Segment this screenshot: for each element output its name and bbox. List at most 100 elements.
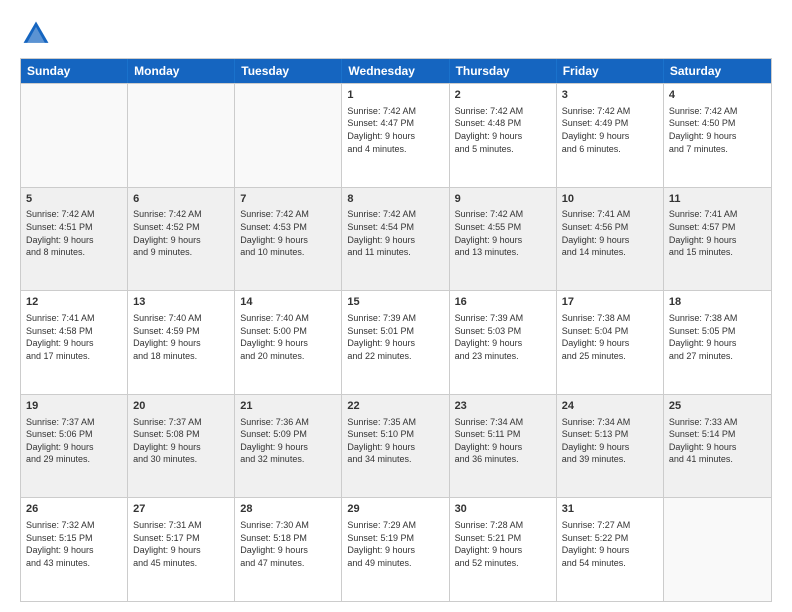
day-info: Sunrise: 7:39 AM Sunset: 5:01 PM Dayligh… <box>347 312 443 362</box>
calendar-cell: 7Sunrise: 7:42 AM Sunset: 4:53 PM Daylig… <box>235 188 342 291</box>
calendar-cell: 25 Sunrise: 7:33 AM Sunset: 5:14 PM Dayli… <box>664 395 771 498</box>
calendar-header-cell: Tuesday <box>235 59 342 83</box>
day-number: 30 <box>455 502 551 517</box>
day-number: 29 <box>347 502 443 517</box>
day-number: 26 <box>26 502 122 517</box>
calendar-cell <box>21 84 128 187</box>
calendar-cell: 1Sunrise: 7:42 AM Sunset: 4:47 PM Daylig… <box>342 84 449 187</box>
day-info: Sunrise: 7:27 AM Sunset: 5:22 PM Dayligh… <box>562 519 658 569</box>
calendar-header-row: SundayMondayTuesdayWednesdayThursdayFrid… <box>21 59 771 83</box>
day-number: 2 <box>455 88 551 103</box>
calendar-header-cell: Sunday <box>21 59 128 83</box>
day-info: Sunrise: 7:41 AM Sunset: 4:56 PM Dayligh… <box>562 208 658 258</box>
day-info: Sunrise: 7:38 AM Sunset: 5:05 PM Dayligh… <box>669 312 766 362</box>
calendar-cell: 17Sunrise: 7:38 AM Sunset: 5:04 PM Dayli… <box>557 291 664 394</box>
calendar-week: 12 Sunrise: 7:41 AM Sunset: 4:58 PM Dayli… <box>21 290 771 394</box>
calendar: SundayMondayTuesdayWednesdayThursdayFrid… <box>20 58 772 602</box>
day-number: 15 <box>347 295 443 310</box>
day-info: Sunrise: 7:31 AM Sunset: 5:17 PM Dayligh… <box>133 519 229 569</box>
day-number: 7 <box>240 192 336 207</box>
day-number: 16 <box>455 295 551 310</box>
day-number: 5 <box>26 192 122 207</box>
day-number: 19 <box>26 399 122 414</box>
day-number: 10 <box>562 192 658 207</box>
day-info: Sunrise: 7:37 AM Sunset: 5:06 PM Dayligh… <box>26 416 122 466</box>
calendar-header-cell: Saturday <box>664 59 771 83</box>
day-number: 3 <box>562 88 658 103</box>
day-info: Sunrise: 7:34 AM Sunset: 5:11 PM Dayligh… <box>455 416 551 466</box>
calendar-cell: 22 Sunrise: 7:35 AM Sunset: 5:10 PM Dayli… <box>342 395 449 498</box>
calendar-cell: 30 Sunrise: 7:28 AM Sunset: 5:21 PM Dayli… <box>450 498 557 601</box>
calendar-cell: 16 Sunrise: 7:39 AM Sunset: 5:03 PM Dayli… <box>450 291 557 394</box>
calendar-week: 1Sunrise: 7:42 AM Sunset: 4:47 PM Daylig… <box>21 83 771 187</box>
day-info: Sunrise: 7:35 AM Sunset: 5:10 PM Dayligh… <box>347 416 443 466</box>
calendar-body: 1Sunrise: 7:42 AM Sunset: 4:47 PM Daylig… <box>21 83 771 601</box>
day-info: Sunrise: 7:42 AM Sunset: 4:49 PM Dayligh… <box>562 105 658 155</box>
day-number: 25 <box>669 399 766 414</box>
day-info: Sunrise: 7:33 AM Sunset: 5:14 PM Dayligh… <box>669 416 766 466</box>
day-info: Sunrise: 7:42 AM Sunset: 4:50 PM Dayligh… <box>669 105 766 155</box>
day-info: Sunrise: 7:28 AM Sunset: 5:21 PM Dayligh… <box>455 519 551 569</box>
header <box>20 18 772 50</box>
day-number: 28 <box>240 502 336 517</box>
day-info: Sunrise: 7:32 AM Sunset: 5:15 PM Dayligh… <box>26 519 122 569</box>
logo-icon <box>20 18 52 50</box>
day-number: 27 <box>133 502 229 517</box>
day-info: Sunrise: 7:40 AM Sunset: 4:59 PM Dayligh… <box>133 312 229 362</box>
calendar-cell: 23 Sunrise: 7:34 AM Sunset: 5:11 PM Dayli… <box>450 395 557 498</box>
day-number: 11 <box>669 192 766 207</box>
calendar-cell: 9Sunrise: 7:42 AM Sunset: 4:55 PM Daylig… <box>450 188 557 291</box>
day-info: Sunrise: 7:42 AM Sunset: 4:51 PM Dayligh… <box>26 208 122 258</box>
calendar-cell: 31 Sunrise: 7:27 AM Sunset: 5:22 PM Dayli… <box>557 498 664 601</box>
calendar-cell <box>235 84 342 187</box>
day-number: 18 <box>669 295 766 310</box>
day-info: Sunrise: 7:40 AM Sunset: 5:00 PM Dayligh… <box>240 312 336 362</box>
page: SundayMondayTuesdayWednesdayThursdayFrid… <box>0 0 792 612</box>
day-number: 20 <box>133 399 229 414</box>
day-info: Sunrise: 7:41 AM Sunset: 4:57 PM Dayligh… <box>669 208 766 258</box>
day-info: Sunrise: 7:41 AM Sunset: 4:58 PM Dayligh… <box>26 312 122 362</box>
day-number: 24 <box>562 399 658 414</box>
calendar-cell: 27 Sunrise: 7:31 AM Sunset: 5:17 PM Dayli… <box>128 498 235 601</box>
day-number: 4 <box>669 88 766 103</box>
calendar-cell: 3 Sunrise: 7:42 AM Sunset: 4:49 PM Daylig… <box>557 84 664 187</box>
calendar-cell: 24 Sunrise: 7:34 AM Sunset: 5:13 PM Dayli… <box>557 395 664 498</box>
day-number: 12 <box>26 295 122 310</box>
calendar-cell: 4 Sunrise: 7:42 AM Sunset: 4:50 PM Daylig… <box>664 84 771 187</box>
day-info: Sunrise: 7:36 AM Sunset: 5:09 PM Dayligh… <box>240 416 336 466</box>
day-number: 31 <box>562 502 658 517</box>
day-number: 13 <box>133 295 229 310</box>
day-info: Sunrise: 7:42 AM Sunset: 4:52 PM Dayligh… <box>133 208 229 258</box>
calendar-header-cell: Thursday <box>450 59 557 83</box>
calendar-cell <box>664 498 771 601</box>
calendar-cell: 29Sunrise: 7:29 AM Sunset: 5:19 PM Dayli… <box>342 498 449 601</box>
calendar-cell: 26 Sunrise: 7:32 AM Sunset: 5:15 PM Dayli… <box>21 498 128 601</box>
day-number: 22 <box>347 399 443 414</box>
calendar-cell: 12 Sunrise: 7:41 AM Sunset: 4:58 PM Dayli… <box>21 291 128 394</box>
day-number: 6 <box>133 192 229 207</box>
calendar-cell: 10Sunrise: 7:41 AM Sunset: 4:56 PM Dayli… <box>557 188 664 291</box>
calendar-week: 26 Sunrise: 7:32 AM Sunset: 5:15 PM Dayli… <box>21 497 771 601</box>
day-info: Sunrise: 7:30 AM Sunset: 5:18 PM Dayligh… <box>240 519 336 569</box>
calendar-cell: 28 Sunrise: 7:30 AM Sunset: 5:18 PM Dayli… <box>235 498 342 601</box>
calendar-week: 19 Sunrise: 7:37 AM Sunset: 5:06 PM Dayli… <box>21 394 771 498</box>
calendar-cell: 2Sunrise: 7:42 AM Sunset: 4:48 PM Daylig… <box>450 84 557 187</box>
day-info: Sunrise: 7:38 AM Sunset: 5:04 PM Dayligh… <box>562 312 658 362</box>
day-info: Sunrise: 7:34 AM Sunset: 5:13 PM Dayligh… <box>562 416 658 466</box>
day-info: Sunrise: 7:42 AM Sunset: 4:54 PM Dayligh… <box>347 208 443 258</box>
calendar-cell: 15 Sunrise: 7:39 AM Sunset: 5:01 PM Dayli… <box>342 291 449 394</box>
logo <box>20 18 58 50</box>
day-number: 21 <box>240 399 336 414</box>
day-info: Sunrise: 7:37 AM Sunset: 5:08 PM Dayligh… <box>133 416 229 466</box>
calendar-cell: 20 Sunrise: 7:37 AM Sunset: 5:08 PM Dayli… <box>128 395 235 498</box>
calendar-cell: 13 Sunrise: 7:40 AM Sunset: 4:59 PM Dayli… <box>128 291 235 394</box>
day-info: Sunrise: 7:42 AM Sunset: 4:55 PM Dayligh… <box>455 208 551 258</box>
day-number: 23 <box>455 399 551 414</box>
calendar-header-cell: Friday <box>557 59 664 83</box>
day-info: Sunrise: 7:39 AM Sunset: 5:03 PM Dayligh… <box>455 312 551 362</box>
calendar-cell: 11Sunrise: 7:41 AM Sunset: 4:57 PM Dayli… <box>664 188 771 291</box>
calendar-week: 5Sunrise: 7:42 AM Sunset: 4:51 PM Daylig… <box>21 187 771 291</box>
calendar-cell <box>128 84 235 187</box>
calendar-cell: 5Sunrise: 7:42 AM Sunset: 4:51 PM Daylig… <box>21 188 128 291</box>
calendar-header-cell: Wednesday <box>342 59 449 83</box>
